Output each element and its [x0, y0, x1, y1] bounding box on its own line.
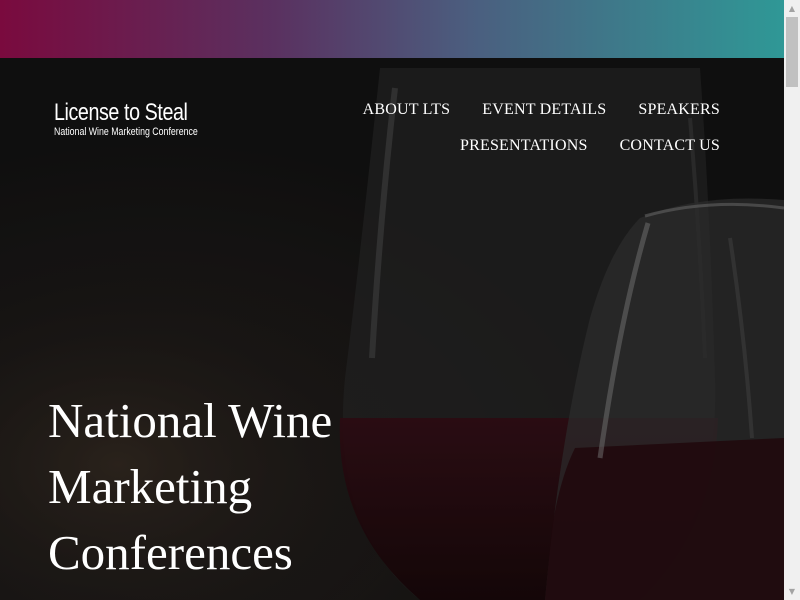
hero-headline: National Wine Marketing Conferences [48, 388, 448, 586]
nav-speakers[interactable]: SPEAKERS [638, 101, 720, 119]
site-logo[interactable]: License to Steal National Wine Marketing… [54, 99, 234, 139]
logo-title: License to Steal [54, 99, 188, 126]
headline-line-1: National Wine [48, 393, 333, 448]
scroll-down-arrow-icon[interactable]: ▼ [784, 583, 800, 600]
scroll-up-arrow-icon[interactable]: ▲ [784, 0, 800, 17]
nav-presentations[interactable]: PRESENTATIONS [460, 137, 588, 155]
main-nav: ABOUT LTS EVENT DETAILS SPEAKERS PRESENT… [280, 92, 720, 164]
top-gradient-bar [0, 0, 784, 58]
headline-line-3: Conferences [48, 525, 293, 580]
scrollbar-thumb[interactable] [786, 17, 798, 87]
nav-about-lts[interactable]: ABOUT LTS [363, 101, 451, 119]
logo-subtitle: National Wine Marketing Conference [54, 126, 198, 138]
nav-contact-us[interactable]: CONTACT US [620, 137, 720, 155]
vertical-scrollbar[interactable]: ▲ ▼ [784, 0, 800, 600]
nav-row-2: PRESENTATIONS CONTACT US [280, 128, 720, 164]
headline-line-2: Marketing [48, 459, 253, 514]
nav-row-1: ABOUT LTS EVENT DETAILS SPEAKERS [280, 92, 720, 128]
nav-event-details[interactable]: EVENT DETAILS [482, 101, 606, 119]
